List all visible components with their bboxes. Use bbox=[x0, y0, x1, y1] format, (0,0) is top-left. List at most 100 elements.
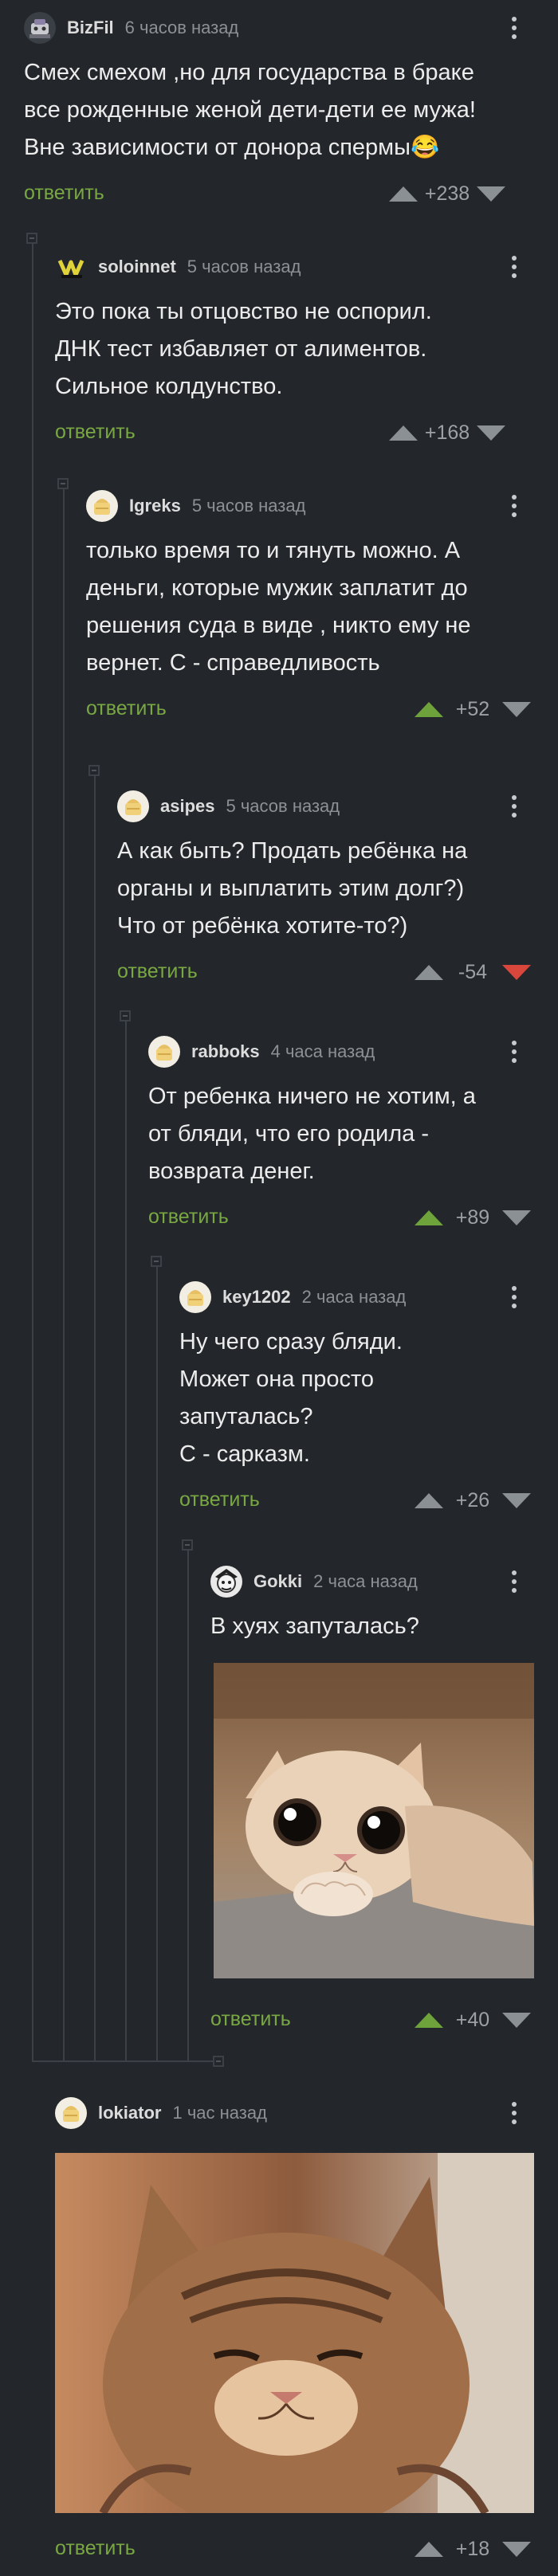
comment-score: +52 bbox=[455, 697, 490, 720]
comment-header: BizFil 6 часов назад bbox=[24, 12, 238, 44]
comment-header: rabboks 4 часа назад bbox=[148, 1036, 375, 1068]
collapse-toggle[interactable] bbox=[182, 1539, 193, 1551]
reply-link[interactable]: ответить bbox=[210, 2008, 291, 2031]
downvote-icon[interactable] bbox=[502, 2541, 531, 2557]
comment-text: Смех смехом ,но для государства в браке … bbox=[24, 60, 476, 160]
comment-time: 4 часа назад bbox=[270, 1041, 375, 1061]
comment-time: 5 часов назад bbox=[187, 257, 301, 276]
comment-text: От ребенка ничего не хотим, а от бляди, … bbox=[148, 1084, 476, 1184]
collapse-toggle[interactable] bbox=[88, 765, 100, 776]
avatar[interactable] bbox=[86, 490, 118, 522]
reply-link[interactable]: ответить bbox=[24, 182, 104, 205]
username[interactable]: asipes bbox=[160, 796, 215, 817]
more-options-icon[interactable] bbox=[502, 1037, 526, 1066]
comment-rating: +238 bbox=[389, 182, 505, 206]
comment-rating: +26 bbox=[415, 1488, 531, 1512]
comment-rating: +168 bbox=[389, 421, 505, 445]
username[interactable]: BizFil bbox=[67, 18, 114, 38]
more-options-icon[interactable] bbox=[502, 14, 526, 42]
collapse-toggle[interactable] bbox=[151, 1256, 162, 1267]
avatar[interactable] bbox=[210, 1566, 242, 1598]
reply-link[interactable]: ответить bbox=[148, 1206, 229, 1229]
reply-link[interactable]: ответить bbox=[117, 960, 198, 983]
username[interactable]: key1202 bbox=[222, 1287, 291, 1308]
thread-line bbox=[63, 478, 65, 2062]
username[interactable]: Igreks bbox=[129, 496, 181, 516]
comment-header: Gokki 2 часа назад bbox=[210, 1566, 418, 1598]
username[interactable]: rabboks bbox=[191, 1041, 260, 1062]
more-options-icon[interactable] bbox=[502, 1283, 526, 1312]
comment-rating: +18 bbox=[415, 2537, 531, 2561]
upvote-icon[interactable] bbox=[415, 964, 443, 980]
upvote-icon[interactable] bbox=[415, 701, 443, 717]
upvote-icon[interactable] bbox=[415, 1210, 443, 1225]
downvote-icon[interactable] bbox=[502, 701, 531, 717]
comment-time: 6 часов назад bbox=[124, 18, 239, 37]
comment-header: lokiator 1 час назад bbox=[55, 2097, 267, 2129]
reply-link[interactable]: ответить bbox=[86, 697, 167, 720]
comment-rating: +89 bbox=[415, 1206, 531, 1229]
comment-time: 2 часа назад bbox=[313, 1571, 418, 1591]
comment-text: В хуях запуталась? bbox=[210, 1613, 419, 1639]
upvote-icon[interactable] bbox=[389, 186, 418, 202]
downvote-icon[interactable] bbox=[502, 2012, 531, 2028]
cat-image[interactable] bbox=[214, 1663, 534, 1978]
comment-header: key1202 2 часа назад bbox=[179, 1281, 406, 1313]
thread-line bbox=[156, 1256, 158, 2062]
downvote-icon[interactable] bbox=[477, 186, 505, 202]
reply-link[interactable]: ответить bbox=[179, 1488, 260, 1511]
username[interactable]: lokiator bbox=[98, 2103, 161, 2123]
comment-time: 5 часов назад bbox=[191, 496, 306, 516]
collapse-toggle[interactable] bbox=[120, 1010, 131, 1021]
avatar[interactable] bbox=[55, 2097, 87, 2129]
cat-image[interactable] bbox=[55, 2153, 534, 2513]
comment-rating: -54 bbox=[415, 960, 531, 984]
more-options-icon[interactable] bbox=[502, 492, 526, 520]
comment-score: -54 bbox=[458, 960, 488, 983]
comment-header: asipes 5 часов назад bbox=[117, 790, 340, 822]
more-options-icon[interactable] bbox=[502, 253, 526, 281]
collapse-toggle[interactable] bbox=[26, 233, 37, 244]
more-options-icon[interactable] bbox=[502, 1567, 526, 1596]
downvote-icon[interactable] bbox=[502, 1492, 531, 1508]
comment-score: +89 bbox=[455, 1206, 490, 1229]
comment-time: 1 час назад bbox=[172, 2103, 267, 2123]
comment-text: А как быть? Продать ребёнка на органы и … bbox=[117, 838, 468, 939]
upvote-icon[interactable] bbox=[389, 425, 418, 441]
upvote-icon[interactable] bbox=[415, 2012, 443, 2028]
comment-text: Ну чего сразу бляди. Может она просто за… bbox=[179, 1329, 403, 1467]
comment-score: +40 bbox=[455, 2008, 490, 2031]
downvote-icon[interactable] bbox=[477, 425, 505, 441]
downvote-icon[interactable] bbox=[502, 1210, 531, 1225]
avatar[interactable] bbox=[148, 1036, 180, 1068]
avatar[interactable] bbox=[117, 790, 149, 822]
comment-time: 5 часов назад bbox=[226, 796, 340, 816]
username[interactable]: Gokki bbox=[253, 1571, 302, 1592]
avatar[interactable] bbox=[55, 251, 87, 283]
comment-score: +168 bbox=[424, 421, 470, 444]
comment-time: 2 часа назад bbox=[301, 1287, 407, 1307]
comment-text: Это пока ты отцовство не оспорил. ДНК те… bbox=[55, 299, 432, 399]
downvote-icon[interactable] bbox=[502, 964, 531, 980]
more-options-icon[interactable] bbox=[502, 2099, 526, 2127]
upvote-icon[interactable] bbox=[415, 1492, 443, 1508]
avatar[interactable] bbox=[179, 1281, 211, 1313]
username[interactable]: soloinnet bbox=[98, 257, 176, 277]
reply-link[interactable]: ответить bbox=[55, 2537, 136, 2560]
collapse-toggle[interactable] bbox=[57, 478, 69, 489]
comment-header: soloinnet 5 часов назад bbox=[55, 251, 301, 283]
collapse-toggle[interactable] bbox=[213, 2056, 224, 2067]
thread-line bbox=[187, 1539, 189, 2062]
more-options-icon[interactable] bbox=[502, 792, 526, 821]
comment-score: +238 bbox=[424, 182, 470, 205]
thread-line bbox=[32, 233, 33, 2062]
thread-line bbox=[94, 765, 96, 2062]
comment-text: только время то и тянуть можно. А деньги… bbox=[86, 538, 471, 676]
avatar[interactable] bbox=[24, 12, 56, 44]
upvote-icon[interactable] bbox=[415, 2541, 443, 2557]
thread-line bbox=[125, 1010, 127, 2062]
comment-rating: +40 bbox=[415, 2008, 531, 2032]
comment-rating: +52 bbox=[415, 697, 531, 721]
thread-line bbox=[32, 2060, 220, 2062]
reply-link[interactable]: ответить bbox=[55, 421, 136, 444]
